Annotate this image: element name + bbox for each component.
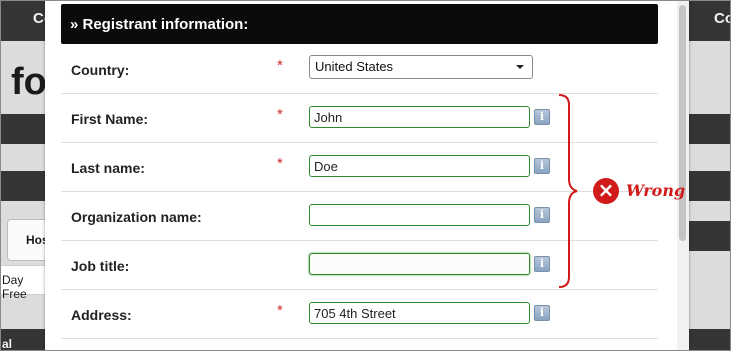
- last-name-label: Last name:: [71, 160, 145, 176]
- background-nav-label-right: Co: [714, 10, 730, 27]
- modal-scrollbar[interactable]: [677, 1, 689, 350]
- address-field[interactable]: [309, 302, 530, 324]
- address-label: Address:: [71, 307, 132, 323]
- organization-field[interactable]: [309, 204, 530, 226]
- registration-modal: » Registrant information: Country: * Uni…: [45, 1, 689, 350]
- first-name-field[interactable]: [309, 106, 530, 128]
- required-marker: *: [277, 302, 283, 319]
- section-header: » Registrant information:: [61, 4, 658, 44]
- background-tab: Hos: [7, 219, 49, 261]
- info-icon[interactable]: i: [534, 256, 550, 272]
- screenshot-frame: Co Co fo Hos Day Free al » Registrant in…: [0, 0, 731, 351]
- background-band-1: [1, 114, 45, 144]
- organization-label: Organization name:: [71, 209, 202, 225]
- info-icon[interactable]: i: [534, 109, 550, 125]
- country-label: Country:: [71, 62, 130, 78]
- annotation-bracket: [558, 94, 578, 288]
- required-marker: *: [277, 155, 283, 172]
- country-select-value: United States: [315, 59, 394, 74]
- annotation-wrong-label: Wrong: [626, 181, 686, 200]
- job-title-field[interactable]: [309, 253, 530, 275]
- country-select[interactable]: United States: [309, 55, 533, 79]
- info-icon[interactable]: i: [534, 305, 550, 321]
- info-icon[interactable]: i: [534, 207, 550, 223]
- chevron-down-icon: [516, 65, 524, 69]
- background-bottom-bar-right: [689, 329, 730, 350]
- background-band-2: [1, 171, 45, 201]
- required-marker: *: [277, 106, 283, 123]
- section-title: » Registrant information:: [70, 16, 249, 33]
- info-icon[interactable]: i: [534, 158, 550, 174]
- background-strip: Day Free: [1, 265, 45, 301]
- last-name-field[interactable]: [309, 155, 530, 177]
- required-marker: *: [277, 57, 283, 74]
- background-bottom-text: al: [2, 337, 13, 351]
- background-strip-text: Day Free: [2, 273, 27, 301]
- form-row-address: Address: * i: [61, 290, 658, 339]
- x-circle-icon: ×: [593, 178, 619, 204]
- background-band-2-right: [689, 171, 730, 201]
- form-row-country: Country: * United States: [61, 45, 658, 94]
- scrollbar-thumb[interactable]: [679, 5, 686, 241]
- job-title-label: Job title:: [71, 258, 130, 274]
- background-band-3-right: [689, 221, 730, 251]
- background-band-1-right: [689, 114, 730, 144]
- background-heading: fo: [11, 61, 47, 103]
- first-name-label: First Name:: [71, 111, 149, 127]
